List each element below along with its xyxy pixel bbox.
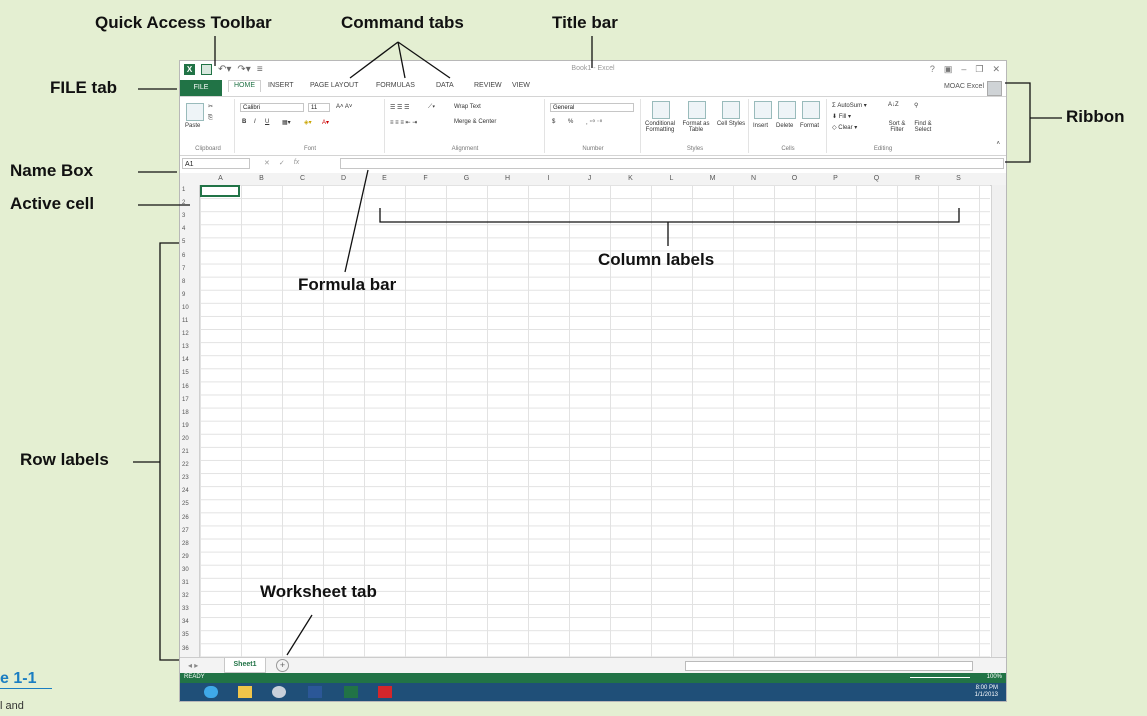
callout-worksheet-tab: Worksheet tab (260, 582, 377, 601)
callout-ribbon: Ribbon (1066, 107, 1125, 126)
callout-formula-bar: Formula bar (298, 275, 397, 294)
figure-caption: l and (0, 700, 24, 712)
figure-rule (0, 688, 52, 689)
callout-lines (133, 36, 1062, 661)
figure-label: e 1-1 (0, 670, 37, 687)
callout-name-box: Name Box (10, 161, 94, 180)
callout-file-tab: FILE tab (50, 78, 118, 97)
callout-quick-access-toolbar: Quick Access Toolbar (95, 13, 272, 32)
callout-title-bar: Title bar (552, 13, 618, 32)
callout-column-labels: Column labels (598, 250, 715, 269)
callout-active-cell: Active cell (10, 194, 95, 213)
callout-command-tabs: Command tabs (341, 13, 464, 32)
callout-row-labels: Row labels (20, 450, 109, 469)
